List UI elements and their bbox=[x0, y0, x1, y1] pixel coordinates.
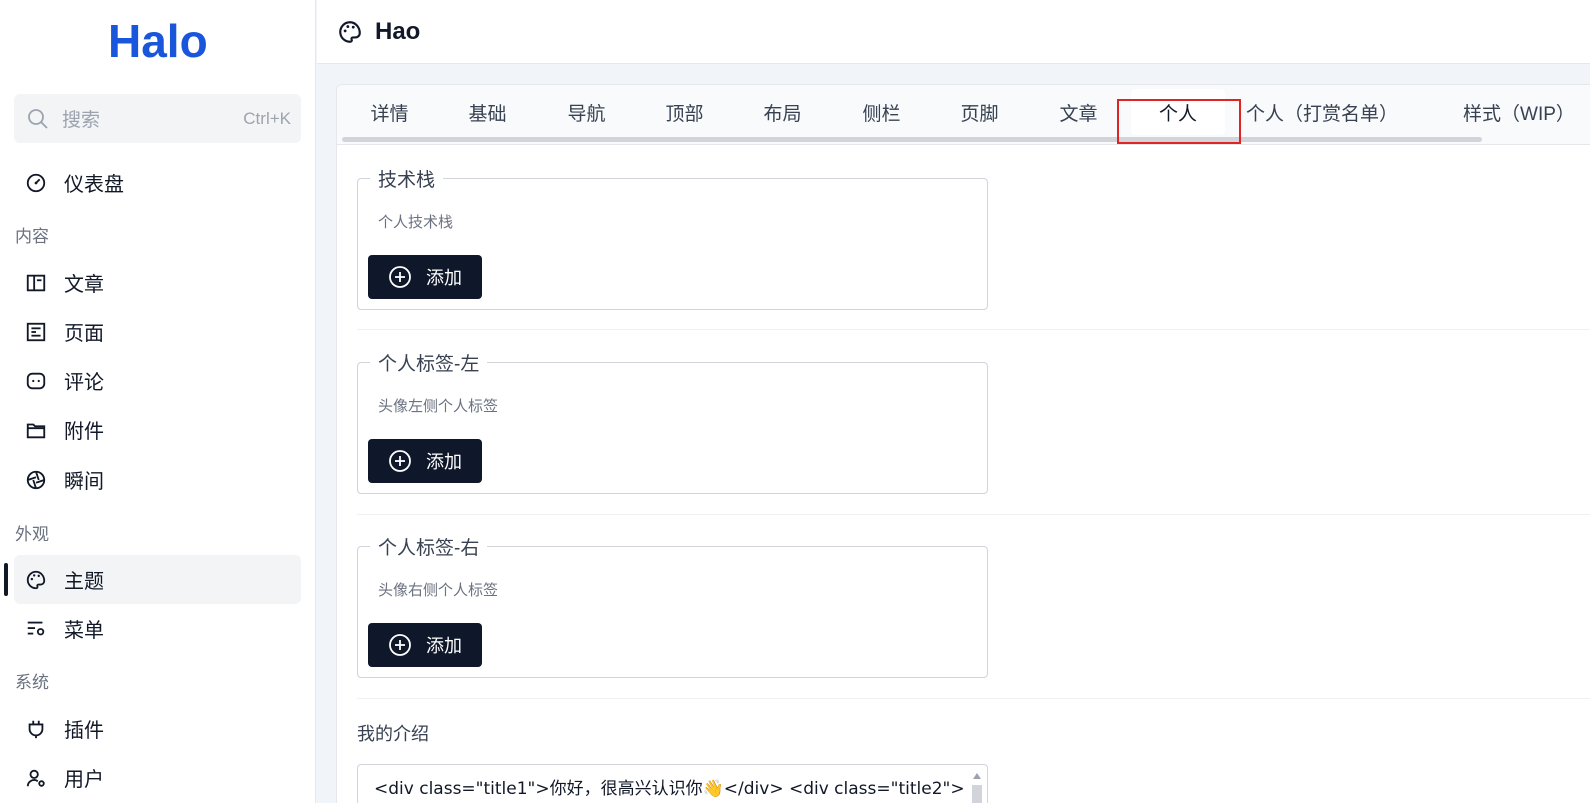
sidebar-item-label: 仪表盘 bbox=[64, 174, 124, 196]
tech-stack-help: 个人技术栈 bbox=[378, 214, 454, 231]
tags-right-help: 头像右侧个人标签 bbox=[378, 582, 499, 599]
sidebar-item-comments[interactable]: 评论 bbox=[14, 356, 301, 405]
plus-circle-icon bbox=[389, 634, 411, 656]
tab-sidebar[interactable]: 侧栏 bbox=[834, 89, 929, 135]
book-open-icon bbox=[24, 271, 48, 295]
intro-label: 我的介绍 bbox=[357, 724, 429, 744]
tab-posts[interactable]: 文章 bbox=[1031, 89, 1126, 135]
sidebar-item-label: 瞬间 bbox=[64, 471, 104, 493]
sidebar-item-posts[interactable]: 文章 bbox=[14, 258, 301, 307]
group-label-appearance: 外观 bbox=[15, 525, 49, 544]
sidebar-item-themes[interactable]: 主题 bbox=[4, 555, 301, 604]
search-label: 搜索 bbox=[62, 110, 101, 131]
add-button-label: 添加 bbox=[426, 452, 462, 472]
intro-value: <div class="title1">你好，很高兴认识你👋</div> <di… bbox=[374, 779, 965, 799]
search-shortcut: Ctrl+K bbox=[243, 108, 291, 128]
tags-left-help: 头像左侧个人标签 bbox=[378, 398, 499, 415]
plug-icon bbox=[24, 717, 48, 741]
sidebar-item-dashboard[interactable]: 仪表盘 bbox=[14, 158, 301, 207]
plus-circle-icon bbox=[389, 266, 411, 288]
add-button-label: 添加 bbox=[426, 636, 462, 656]
highlight-annotation bbox=[1117, 99, 1241, 144]
sidebar-item-label: 主题 bbox=[64, 571, 104, 593]
search-icon bbox=[28, 108, 48, 129]
sidebar-item-users[interactable]: 用户 bbox=[14, 753, 301, 802]
tech-stack-group: 技术栈 个人技术栈 添加 bbox=[357, 165, 988, 310]
aperture-icon bbox=[24, 468, 48, 492]
add-tech-stack-button[interactable]: 添加 bbox=[368, 255, 482, 299]
logo-text: Halo bbox=[108, 16, 208, 64]
sidebar-item-label: 用户 bbox=[64, 769, 104, 791]
sidebar: Halo 搜索 Ctrl+K 仪表盘 内容 文章 页面 评论 附件 瞬间 外观 … bbox=[0, 0, 316, 803]
tab-footer[interactable]: 页脚 bbox=[932, 89, 1027, 135]
tab-navigation[interactable]: 导航 bbox=[539, 89, 634, 135]
tabs-scrollbar[interactable] bbox=[342, 137, 1482, 142]
halo-logo[interactable]: Halo bbox=[108, 16, 208, 64]
tab-personal-donors[interactable]: 个人（打赏名单） bbox=[1242, 89, 1402, 135]
sidebar-item-plugins[interactable]: 插件 bbox=[14, 704, 301, 753]
divider bbox=[357, 514, 1590, 515]
textarea-scrollbar[interactable] bbox=[969, 769, 985, 803]
group-label-content: 内容 bbox=[15, 227, 49, 246]
add-tag-right-button[interactable]: 添加 bbox=[368, 623, 482, 667]
add-tag-left-button[interactable]: 添加 bbox=[368, 439, 482, 483]
palette-icon bbox=[24, 568, 48, 592]
tags-right-group: 个人标签-右 头像右侧个人标签 添加 bbox=[357, 533, 988, 678]
sidebar-item-pages[interactable]: 页面 bbox=[14, 307, 301, 356]
tags-left-group: 个人标签-左 头像左侧个人标签 添加 bbox=[357, 349, 988, 494]
intro-textarea[interactable]: <div class="title1">你好，很高兴认识你👋</div> <di… bbox=[357, 764, 988, 803]
page-title: Hao bbox=[375, 17, 421, 45]
tab-layout[interactable]: 布局 bbox=[735, 89, 830, 135]
tech-stack-legend: 技术栈 bbox=[370, 165, 444, 192]
tags-right-legend: 个人标签-右 bbox=[370, 533, 488, 560]
divider bbox=[357, 698, 1590, 699]
tab-details[interactable]: 详情 bbox=[342, 89, 437, 135]
tab-top[interactable]: 顶部 bbox=[637, 89, 732, 135]
folder-icon bbox=[24, 418, 48, 442]
page-header: Hao bbox=[317, 0, 1590, 64]
search-box[interactable]: 搜索 Ctrl+K bbox=[14, 94, 301, 143]
group-label-system: 系统 bbox=[15, 673, 49, 692]
sidebar-item-attachments[interactable]: 附件 bbox=[14, 405, 301, 454]
sidebar-item-label: 文章 bbox=[64, 274, 104, 296]
theme-settings-card: 详情 基础 导航 顶部 布局 侧栏 页脚 文章 个人 个人（打赏名单） 样式（W… bbox=[336, 84, 1590, 803]
tags-left-legend: 个人标签-左 bbox=[370, 349, 488, 376]
sidebar-item-label: 评论 bbox=[64, 372, 104, 394]
comment-icon bbox=[24, 369, 48, 393]
sidebar-item-label: 插件 bbox=[64, 720, 104, 742]
sidebar-item-menus[interactable]: 菜单 bbox=[14, 604, 301, 653]
divider bbox=[357, 329, 1590, 330]
settings-tabs: 详情 基础 导航 顶部 布局 侧栏 页脚 文章 个人 个人（打赏名单） 样式（W… bbox=[337, 85, 1590, 145]
tab-style-wip[interactable]: 样式（WIP） bbox=[1447, 89, 1590, 135]
menu-settings-icon bbox=[24, 617, 48, 641]
tab-basic[interactable]: 基础 bbox=[440, 89, 535, 135]
dashboard-icon bbox=[24, 171, 48, 195]
sidebar-item-label: 附件 bbox=[64, 421, 104, 443]
plus-circle-icon bbox=[389, 450, 411, 472]
user-settings-icon bbox=[24, 766, 48, 790]
page-icon bbox=[24, 320, 48, 344]
sidebar-item-label: 页面 bbox=[64, 323, 104, 345]
add-button-label: 添加 bbox=[426, 268, 462, 288]
sidebar-item-moments[interactable]: 瞬间 bbox=[14, 455, 301, 504]
palette-icon bbox=[339, 20, 361, 43]
sidebar-item-label: 菜单 bbox=[64, 620, 104, 642]
